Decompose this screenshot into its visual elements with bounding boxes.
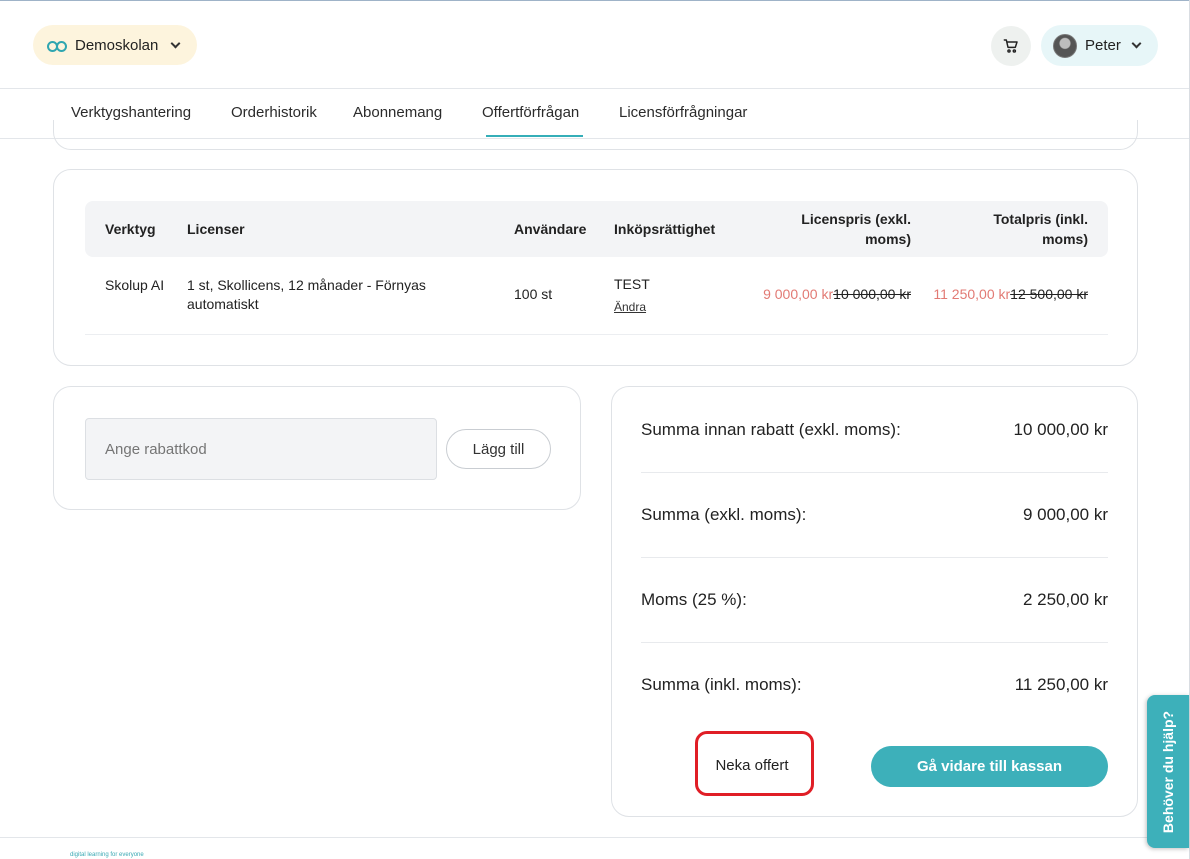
chevron-down-icon: [170, 38, 181, 48]
table-header: Verktyg Licenser Användare Inköpsrättigh…: [85, 201, 1108, 257]
user-menu[interactable]: Peter: [1041, 25, 1158, 66]
license-price-original: 10 000,00 kr: [833, 286, 911, 302]
summary-row-before-discount: Summa innan rabatt (exkl. moms): 10 000,…: [641, 387, 1108, 472]
help-label: Behöver du hjälp?: [1160, 710, 1176, 833]
column-header-tool: Verktyg: [105, 221, 156, 237]
highlight-annotation: [695, 731, 814, 796]
summary-card: Summa innan rabatt (exkl. moms): 10 000,…: [611, 386, 1138, 817]
cell-purchase-right: TEST: [614, 276, 650, 292]
license-price-discounted: 9 000,00 kr: [763, 286, 834, 302]
tab-licensforfragningar[interactable]: Licensförfrågningar: [619, 104, 747, 121]
cell-users: 100 st: [514, 286, 553, 302]
summary-value: 10 000,00 kr: [1013, 419, 1108, 439]
help-tab[interactable]: Behöver du hjälp?: [1147, 695, 1189, 848]
footer-divider: [0, 837, 1189, 838]
tab-orderhistorik[interactable]: Orderhistorik: [231, 104, 317, 121]
summary-row-incl-vat: Summa (inkl. moms): 11 250,00 kr: [641, 642, 1108, 727]
discount-code-input[interactable]: [85, 418, 437, 480]
cell-total-price: 11 250,00 kr12 500,00 kr: [933, 285, 1088, 304]
row-divider: [85, 334, 1108, 335]
summary-label: Summa (inkl. moms):: [641, 674, 802, 694]
summary-value: 2 250,00 kr: [1022, 589, 1108, 609]
cell-license-price: 9 000,00 kr10 000,00 kr: [763, 285, 911, 304]
cart-button[interactable]: [991, 26, 1031, 66]
proceed-to-checkout-button[interactable]: Gå vidare till kassan: [871, 746, 1108, 787]
column-header-licenses: Licenser: [187, 221, 245, 237]
summary-value: 11 250,00 kr: [1014, 674, 1108, 694]
summary-row-excl-vat: Summa (exkl. moms): 9 000,00 kr: [641, 472, 1108, 557]
card-bottom-edge: [53, 120, 1138, 150]
summary-value: 9 000,00 kr: [1022, 504, 1108, 524]
user-name: Peter: [1085, 37, 1121, 54]
avatar: [1053, 33, 1077, 58]
total-price-discounted: 11 250,00 kr: [933, 286, 1011, 302]
summary-label: Summa (exkl. moms):: [641, 504, 807, 524]
summary-label: Moms (25 %):: [641, 589, 747, 609]
school-logo-icon: [47, 39, 67, 52]
total-price-original: 12 500,00 kr: [1010, 286, 1088, 302]
cell-tool: Skolup AI: [105, 277, 165, 293]
cart-icon: [1003, 39, 1018, 53]
column-header-total-price: Totalpris (inkl. moms): [993, 211, 1088, 247]
column-header-users: Användare: [514, 221, 587, 237]
summary-row-vat: Moms (25 %): 2 250,00 kr: [641, 557, 1108, 642]
cell-licenses: 1 st, Skollicens, 12 månader - Förnyas a…: [187, 277, 426, 312]
header: Demoskolan Peter: [0, 1, 1189, 89]
chevron-down-icon: [1131, 38, 1142, 49]
summary-label: Summa innan rabatt (exkl. moms):: [641, 419, 901, 439]
column-header-license-price: Licenspris (exkl. moms): [801, 211, 911, 247]
tab-abonnemang[interactable]: Abonnemang: [353, 104, 442, 121]
add-discount-button[interactable]: Lägg till: [446, 429, 551, 469]
footer-tagline: digital learning for everyone: [70, 852, 144, 858]
tab-verktygshantering[interactable]: Verktygshantering: [71, 104, 191, 121]
discount-card: Lägg till: [53, 386, 581, 510]
change-purchase-right-link[interactable]: Ändra: [614, 298, 646, 317]
tab-offertforfragan[interactable]: Offertförfrågan: [482, 104, 579, 121]
school-name: Demoskolan: [75, 36, 159, 54]
column-header-purchase-right: Inköpsrättighet: [614, 221, 716, 237]
school-selector[interactable]: Demoskolan: [33, 25, 198, 65]
order-table-card: Verktyg Licenser Användare Inköpsrättigh…: [53, 169, 1138, 366]
